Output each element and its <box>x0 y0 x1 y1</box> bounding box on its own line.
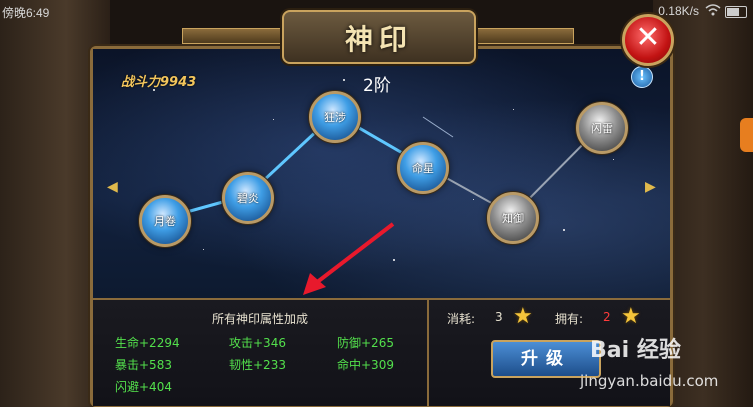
seal-node-label: 狂涉 <box>324 111 346 124</box>
stat-defense: 防御+265 <box>337 336 394 350</box>
side-event-badge[interactable] <box>740 118 753 152</box>
seal-node-label: 知御 <box>502 212 524 225</box>
own-label: 拥有: <box>555 312 584 326</box>
star-icon: ★ <box>513 304 533 329</box>
star-icon: ★ <box>621 304 641 329</box>
title-wing-right <box>472 28 574 44</box>
close-button[interactable]: ✕ <box>622 14 674 66</box>
seal-node-5[interactable]: 知御 <box>487 192 539 244</box>
seal-node-6[interactable]: 闪雷 <box>576 102 628 154</box>
stat-crit: 暴击+583 <box>115 358 172 372</box>
status-time: 傍晚6:49 <box>2 6 50 20</box>
stat-attack: 攻击+346 <box>229 336 286 350</box>
status-net-speed: 0.18K/s <box>658 4 699 18</box>
help-icon[interactable]: ! <box>631 66 653 88</box>
cost-label: 消耗: <box>447 312 476 326</box>
dialog-title: 神印 <box>344 23 413 56</box>
watermark-brand: Bai 经验 <box>590 338 681 363</box>
title-wing-left <box>182 28 284 44</box>
watermark-url: jingyan.baidu.com <box>580 372 719 390</box>
seal-node-1[interactable]: 月卷 <box>139 195 191 247</box>
seal-node-label: 碧炎 <box>237 192 259 205</box>
close-icon: ✕ <box>635 20 661 55</box>
prev-arrow-icon[interactable]: ◀ <box>107 179 118 195</box>
stat-toughness: 韧性+233 <box>229 358 286 372</box>
next-arrow-icon[interactable]: ▶ <box>645 179 656 195</box>
seal-tier: 2阶 <box>363 76 391 96</box>
watermark: Bai 经验 jingyan.baidu.com <box>570 332 750 402</box>
seal-node-label: 月卷 <box>154 215 176 228</box>
seal-node-3[interactable]: 狂涉 <box>309 91 361 143</box>
own-value: 2 <box>603 310 611 324</box>
seal-node-4[interactable]: 命星 <box>397 142 449 194</box>
seal-node-2[interactable]: 碧炎 <box>222 172 274 224</box>
shooting-star <box>422 116 454 138</box>
bonus-title: 所有神印属性加成 <box>211 312 308 326</box>
seal-node-label: 闪雷 <box>591 122 613 135</box>
stat-hit: 命中+309 <box>337 358 394 372</box>
seal-node-label: 命星 <box>412 162 434 175</box>
cost-value: 3 <box>495 310 503 324</box>
title-plate: 神印 <box>282 10 476 64</box>
starfield-panel: 月卷 碧炎 狂涉 命星 知御 闪雷 战斗力9943 2阶 ! ◀ ▶ <box>93 49 670 298</box>
battery-icon <box>725 6 747 18</box>
stat-hp: 生命+2294 <box>115 336 180 350</box>
annotation-arrow-icon <box>303 222 395 295</box>
wifi-icon <box>705 3 721 20</box>
stat-dodge: 闪避+404 <box>115 380 172 394</box>
panel-divider <box>427 300 429 406</box>
combat-power: 战斗力9943 <box>121 75 197 90</box>
